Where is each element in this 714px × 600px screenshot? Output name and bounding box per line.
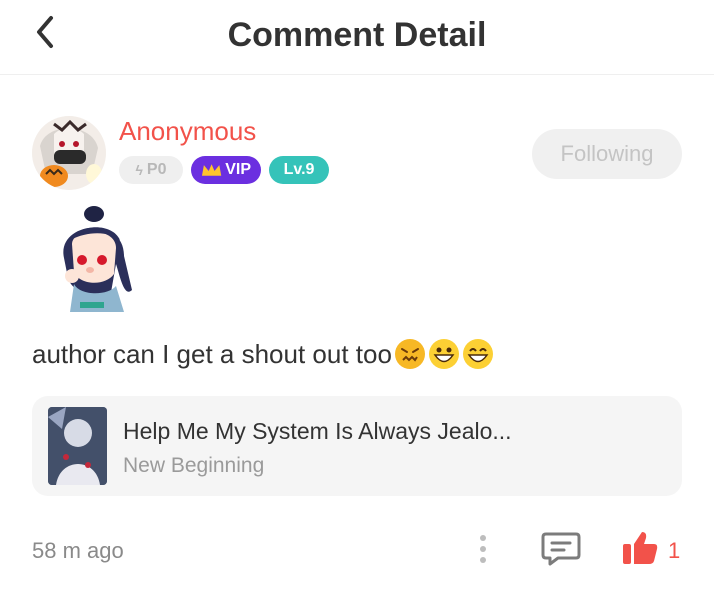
- book-subtitle: New Beginning: [123, 454, 265, 477]
- more-vertical-icon: [480, 535, 486, 563]
- sticker-image: [50, 200, 160, 325]
- more-button[interactable]: [468, 532, 498, 566]
- bolt-icon: ϟ: [135, 162, 143, 178]
- comment-text: author can I get a shout out too: [32, 338, 392, 369]
- smiling-emoji-icon: [462, 339, 493, 369]
- comment-body: author can I get a shout out too: [32, 338, 494, 370]
- crown-icon: [201, 164, 222, 176]
- book-title: Help Me My System Is Always Jealo...: [123, 418, 512, 444]
- header-bar: Comment Detail: [0, 0, 714, 75]
- page-title: Comment Detail: [227, 16, 487, 54]
- book-cover: [48, 407, 107, 485]
- following-button[interactable]: Following: [532, 129, 682, 179]
- points-badge: ϟ P0: [119, 156, 183, 184]
- level-badge: Lv.9: [269, 156, 329, 184]
- username[interactable]: Anonymous: [119, 116, 256, 147]
- thumbs-up-icon: [623, 532, 658, 564]
- comment-icon: [541, 532, 581, 566]
- grimace-emoji-icon: [394, 339, 425, 369]
- reply-button[interactable]: [540, 530, 582, 568]
- points-badge-label: P0: [146, 161, 167, 178]
- timestamp: 58 m ago: [32, 538, 124, 563]
- avatar[interactable]: [32, 116, 106, 190]
- badge-row: ϟ P0 VIP Lv.9: [119, 156, 329, 184]
- book-card[interactable]: Help Me My System Is Always Jealo... New…: [32, 396, 682, 496]
- like-count: 1: [668, 538, 681, 563]
- like-button[interactable]: [620, 528, 660, 568]
- vip-badge: VIP: [191, 156, 261, 184]
- vip-badge-label: VIP: [225, 161, 251, 178]
- grinning-emoji-icon: [428, 339, 459, 369]
